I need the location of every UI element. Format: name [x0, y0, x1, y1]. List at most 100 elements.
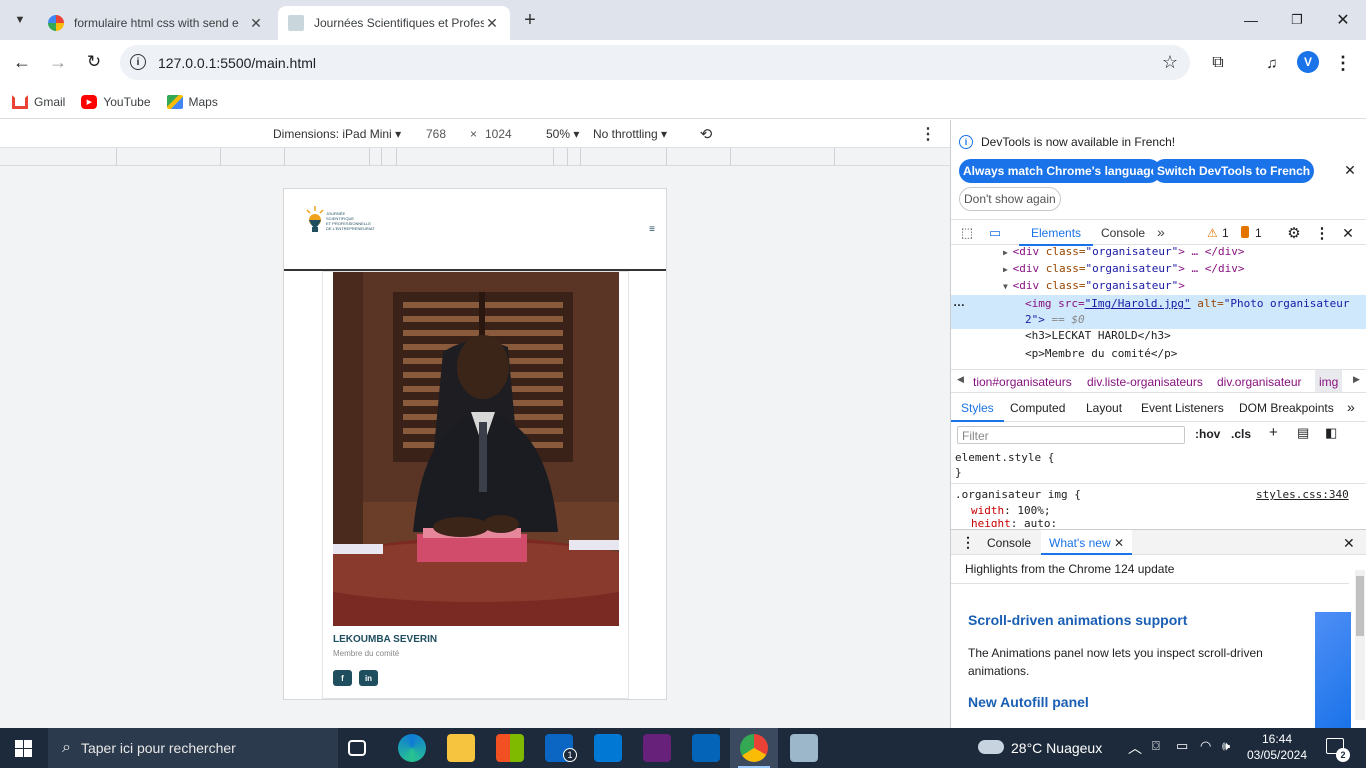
close-banner-icon[interactable]: ✕	[1343, 162, 1357, 178]
dom-node-expanded[interactable]: ▼ <div class="organisateur">	[1003, 279, 1185, 292]
drawer-scrollbar[interactable]	[1355, 570, 1365, 720]
volume-icon[interactable]: 🕪	[1222, 738, 1230, 754]
outlook-icon[interactable]	[692, 734, 720, 762]
tab-formulaire[interactable]: formulaire html css with send e ✕	[38, 6, 274, 40]
close-window-icon[interactable]: ✕	[1328, 6, 1358, 34]
facebook-link-icon[interactable]: f	[333, 670, 352, 686]
close-drawer-icon[interactable]: ✕	[1343, 535, 1355, 552]
whats-new-title[interactable]: Scroll-driven animations support	[968, 612, 1187, 628]
devtools-menu-icon[interactable]: ⋮	[1315, 224, 1330, 242]
clock-date[interactable]: 03/05/2024	[1242, 748, 1312, 762]
match-language-button[interactable]: Always match Chrome's language	[959, 159, 1162, 183]
hov-toggle[interactable]: :hov	[1195, 427, 1220, 441]
bookmark-gmail[interactable]: Gmail	[12, 95, 65, 109]
close-tab-icon[interactable]: ✕	[1114, 536, 1124, 550]
linkedin-link-icon[interactable]: in	[359, 670, 378, 686]
switch-to-french-button[interactable]: Switch DevTools to French	[1153, 159, 1315, 183]
tab-styles[interactable]: Styles	[951, 394, 1004, 422]
breadcrumb-item[interactable]: div.organisateur	[1217, 375, 1302, 389]
new-rule-icon[interactable]: +	[1269, 424, 1278, 441]
settings-gear-icon[interactable]: ⚙	[1285, 224, 1303, 242]
css-declaration[interactable]: width: 100%;	[971, 504, 1051, 517]
address-bar[interactable]: i 127.0.0.1:5500/main.html ☆	[120, 45, 1190, 80]
breadcrumb-right-icon[interactable]: ▶	[1353, 374, 1360, 385]
edge-icon[interactable]	[398, 734, 426, 762]
zoom-select[interactable]: 50% ▾	[546, 127, 579, 141]
drawer-menu-icon[interactable]: ⋮	[961, 534, 975, 551]
tab-console[interactable]: Console	[1101, 226, 1145, 240]
task-view-icon[interactable]	[348, 740, 366, 756]
element-style-rule[interactable]: element.style {	[955, 451, 1054, 464]
device-dimensions-select[interactable]: Dimensions: iPad Mini ▾	[273, 127, 401, 141]
close-tab-icon[interactable]: ✕	[484, 15, 500, 31]
restore-icon[interactable]: ❐	[1282, 6, 1312, 34]
profile-avatar[interactable]: V	[1297, 51, 1319, 73]
more-tabs-icon[interactable]: »	[1157, 224, 1165, 240]
dom-node-h3[interactable]: <h3>LECKAT HAROLD</h3>	[1025, 329, 1171, 342]
tab-elements[interactable]: Elements	[1019, 220, 1094, 246]
drawer-tab-console[interactable]: Console	[987, 536, 1031, 550]
back-icon[interactable]: ←	[10, 50, 34, 74]
css-selector[interactable]: .organisateur img {	[955, 488, 1081, 501]
rotate-icon[interactable]: ⟲	[696, 124, 716, 144]
hamburger-menu-icon[interactable]: ≡	[646, 223, 658, 235]
device-toggle-icon[interactable]: ▭	[987, 225, 1003, 241]
tab-dom-breakpoints[interactable]: DOM Breakpoints	[1239, 401, 1334, 415]
wifi-icon[interactable]: ◠	[1200, 738, 1211, 754]
chrome-taskbar-button[interactable]	[730, 728, 778, 768]
media-control-icon[interactable]: ♫	[1260, 51, 1284, 75]
bookmark-youtube[interactable]: ▶ YouTube	[81, 95, 151, 109]
throttling-select[interactable]: No throttling ▾	[593, 127, 667, 141]
dont-show-again-button[interactable]: Don't show again	[959, 187, 1061, 211]
site-info-icon[interactable]: i	[130, 54, 146, 70]
cls-toggle[interactable]: .cls	[1231, 427, 1251, 441]
battery-icon[interactable]: ▭	[1176, 738, 1188, 754]
store-icon[interactable]	[496, 734, 524, 762]
inspect-element-icon[interactable]: ⬚	[959, 225, 975, 241]
device-more-icon[interactable]: ⋮	[920, 124, 936, 144]
more-style-tabs-icon[interactable]: »	[1347, 399, 1355, 415]
css-source-link[interactable]: styles.css:340	[1256, 488, 1349, 501]
selected-dom-node[interactable]: … <img src="Img/Harold.jpg" alt="Photo o…	[951, 295, 1366, 329]
tab-computed[interactable]: Computed	[1010, 401, 1065, 415]
browser-menu-icon[interactable]: ⋮	[1332, 51, 1354, 75]
reload-icon[interactable]: ↻	[82, 50, 106, 74]
dom-node-p[interactable]: <p>Membre du comité</p>	[1025, 347, 1177, 360]
device-height-input[interactable]: 1024	[485, 127, 512, 141]
show-hidden-icons-icon[interactable]: ︿	[1128, 738, 1142, 758]
tab-search-chevron-icon[interactable]: ▼	[6, 8, 34, 32]
paint-icon[interactable]: ▤	[1297, 425, 1309, 441]
whats-new-title[interactable]: New Autofill panel	[968, 694, 1089, 710]
sidebar-toggle-icon[interactable]: ◧	[1325, 425, 1337, 441]
weather-text[interactable]: 28°C Nuageux	[1011, 740, 1102, 756]
clock-time[interactable]: 16:44	[1250, 732, 1304, 746]
minimize-icon[interactable]: —	[1236, 6, 1266, 34]
close-tab-icon[interactable]: ✕	[248, 15, 264, 31]
windows-start-icon[interactable]	[15, 740, 32, 757]
camera-icon[interactable]: ⌼	[1152, 738, 1160, 754]
notepad-icon[interactable]	[790, 734, 818, 762]
bookmark-star-icon[interactable]: ☆	[1160, 52, 1180, 72]
issue-icon[interactable]	[1241, 226, 1249, 238]
visual-studio-icon[interactable]	[643, 734, 671, 762]
tab-event-listeners[interactable]: Event Listeners	[1141, 401, 1224, 415]
site-logo[interactable]: JOURNÉE SCIENTIFIQUE ET PROFESSIONNELLE …	[304, 203, 384, 239]
warning-icon[interactable]: ⚠	[1207, 226, 1218, 240]
close-devtools-icon[interactable]: ✕	[1341, 224, 1355, 242]
tab-journees[interactable]: Journées Scientifiques et Profes ✕	[278, 6, 510, 40]
tab-layout[interactable]: Layout	[1086, 401, 1122, 415]
drawer-tab-whats-new[interactable]: What's new ✕	[1041, 530, 1133, 555]
new-tab-button[interactable]: +	[516, 8, 544, 32]
breadcrumb-left-icon[interactable]: ◀	[957, 374, 964, 385]
bookmark-maps[interactable]: Maps	[166, 95, 218, 109]
taskbar-search-box[interactable]: ⌕ Taper ici pour rechercher	[48, 728, 338, 768]
vscode-icon[interactable]	[594, 734, 622, 762]
breadcrumb-item[interactable]: tion#organisateurs	[973, 375, 1072, 389]
extensions-icon[interactable]: ⧉	[1206, 51, 1230, 75]
breadcrumb-item[interactable]: div.liste-organisateurs	[1087, 375, 1203, 389]
dom-node[interactable]: ▶ <div class="organisateur"> … </div>	[1003, 262, 1244, 275]
css-declaration[interactable]: height: auto;	[971, 517, 1057, 527]
forward-icon[interactable]: →	[46, 50, 70, 74]
breadcrumb-item[interactable]: img	[1315, 370, 1343, 392]
file-explorer-icon[interactable]	[447, 734, 475, 762]
